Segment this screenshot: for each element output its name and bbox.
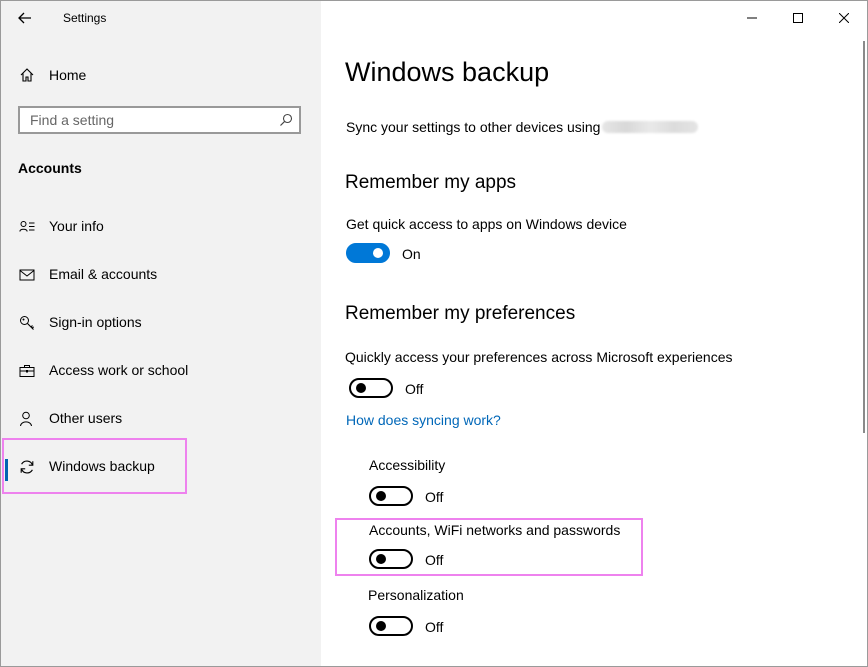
accessibility-toggle-state: Off [425, 489, 444, 505]
title-bar: Settings [1, 1, 321, 35]
personalization-toggle[interactable] [369, 616, 413, 636]
back-button[interactable] [11, 5, 39, 31]
toggle-knob [376, 621, 386, 631]
sidebar-item-label: Other users [49, 410, 123, 426]
remember-apps-toggle-state: On [402, 246, 421, 262]
personalization-toggle-state: Off [425, 619, 444, 635]
sidebar-item-label: Sign-in options [49, 314, 142, 330]
remember-prefs-toggle[interactable] [349, 378, 393, 398]
accessibility-toggle[interactable] [369, 486, 413, 506]
settings-window: Settings Home Accounts Your info [0, 0, 868, 667]
key-icon [20, 316, 34, 330]
back-arrow-icon [18, 12, 31, 24]
toggle-knob [373, 248, 383, 258]
toggle-knob [376, 554, 386, 564]
sidebar-item-label: Your info [49, 218, 104, 234]
remember-prefs-heading: Remember my preferences [345, 303, 576, 324]
briefcase-icon [19, 365, 35, 377]
sync-description: Sync your settings to other devices usin… [346, 119, 601, 135]
sidebar: Settings Home Accounts Your info [1, 1, 321, 666]
person-icon [20, 411, 34, 427]
sync-icon [20, 460, 34, 474]
vertical-scrollbar[interactable] [861, 35, 867, 665]
search-icon[interactable] [279, 113, 293, 127]
selection-indicator [5, 459, 8, 481]
mail-icon [19, 269, 35, 281]
toggle-knob [376, 491, 386, 501]
sidebar-item-sign-in-options[interactable]: Sign-in options [1, 303, 321, 343]
redacted-email [602, 121, 698, 133]
home-icon [20, 68, 34, 82]
how-syncing-works-link[interactable]: How does syncing work? [346, 412, 501, 428]
sidebar-item-home[interactable]: Home [1, 59, 321, 91]
main-content: Windows backup Sync your settings to oth… [321, 1, 861, 666]
remember-apps-description: Get quick access to apps on Windows devi… [346, 216, 627, 232]
remember-apps-toggle[interactable] [346, 243, 390, 263]
remember-prefs-toggle-state: Off [405, 381, 424, 397]
search-box[interactable] [18, 106, 301, 134]
personalization-label: Personalization [368, 587, 464, 603]
sidebar-item-other-users[interactable]: Other users [1, 399, 321, 439]
remember-apps-heading: Remember my apps [345, 172, 517, 193]
sidebar-item-label: Windows backup [49, 458, 155, 474]
sidebar-item-access-work-school[interactable]: Access work or school [1, 351, 321, 391]
page-title: Windows backup [345, 57, 550, 87]
accounts-wifi-passwords-toggle[interactable] [369, 549, 413, 569]
sidebar-item-windows-backup[interactable]: Windows backup [1, 447, 321, 487]
search-input[interactable] [20, 108, 270, 132]
sidebar-item-label: Email & accounts [49, 266, 158, 282]
accessibility-label: Accessibility [369, 457, 446, 473]
remember-prefs-description: Quickly access your preferences across M… [345, 349, 733, 365]
sidebar-section-label: Accounts [18, 160, 82, 176]
accounts-wifi-passwords-toggle-state: Off [425, 552, 444, 568]
sidebar-item-label: Access work or school [49, 362, 189, 378]
person-card-icon [19, 221, 35, 232]
sidebar-item-email-accounts[interactable]: Email & accounts [1, 255, 321, 295]
toggle-knob [356, 383, 366, 393]
sidebar-item-label: Home [49, 67, 87, 83]
scrollbar-thumb[interactable] [863, 41, 865, 433]
sidebar-item-your-info[interactable]: Your info [1, 207, 321, 247]
app-title: Settings [63, 11, 107, 25]
accounts-wifi-passwords-label: Accounts, WiFi networks and passwords [369, 522, 621, 538]
